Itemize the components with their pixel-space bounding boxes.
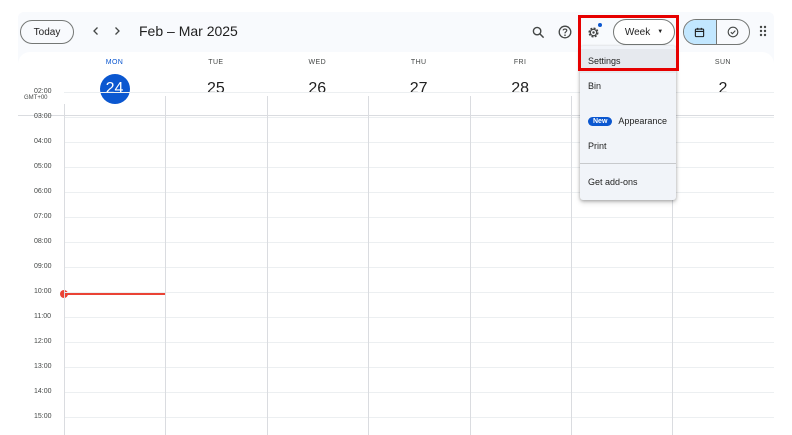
- hour-gridline: [64, 217, 774, 218]
- day-header[interactable]: MON 24: [64, 52, 165, 104]
- day-name: SUN: [714, 59, 731, 66]
- time-label: 08:00: [34, 238, 52, 245]
- mode-toggle: [683, 19, 750, 45]
- calendar-icon: [695, 27, 705, 37]
- notification-dot: [598, 23, 602, 27]
- day-name: MON: [105, 59, 124, 66]
- time-label: 05:00: [34, 163, 52, 170]
- calendar-mode-button[interactable]: [684, 20, 717, 44]
- caret-down-icon: ▼: [657, 29, 664, 35]
- apps-grid-icon: [759, 25, 767, 37]
- chevron-right-icon: [115, 27, 120, 35]
- view-selector[interactable]: Week ▼: [613, 19, 675, 45]
- day-number[interactable]: 27: [404, 74, 434, 104]
- today-button[interactable]: Today: [20, 20, 74, 44]
- day-number[interactable]: 28: [505, 74, 535, 104]
- day-header[interactable]: TUE 25: [165, 52, 266, 104]
- day-number[interactable]: 2: [708, 74, 738, 104]
- search-icon: [532, 26, 544, 38]
- next-week-button[interactable]: [109, 23, 125, 39]
- column-gridline: [266, 104, 268, 435]
- help-icon: [558, 25, 572, 39]
- chevron-left-icon: [93, 27, 98, 35]
- date-range-title: Feb – Mar 2025: [139, 23, 238, 39]
- hour-gridline: [64, 342, 774, 343]
- menu-item-get-add-ons[interactable]: Get add-ons: [580, 170, 676, 194]
- timezone-label: GMT+00: [24, 95, 48, 101]
- hour-gridline: [64, 417, 774, 418]
- menu-item-appearance[interactable]: New Appearance: [580, 109, 676, 133]
- column-gridline: [64, 104, 65, 435]
- day-header[interactable]: SUN 2: [672, 52, 773, 104]
- menu-item-print[interactable]: Print: [580, 134, 676, 158]
- hour-gridline: [64, 292, 774, 293]
- day-name: FRI: [513, 59, 527, 66]
- time-label: 10:00: [34, 288, 52, 295]
- column-gridline: [469, 104, 471, 435]
- hour-gridline: [64, 267, 774, 268]
- column-divider: [266, 96, 268, 116]
- time-label: 03:00: [34, 113, 52, 120]
- menu-item-bin[interactable]: Bin: [580, 74, 676, 98]
- hour-gridline: [64, 242, 774, 243]
- time-label: 02:00: [34, 88, 52, 95]
- time-label: 15:00: [34, 413, 52, 420]
- time-label: 07:00: [34, 213, 52, 220]
- column-divider: [368, 96, 370, 116]
- new-badge: New: [588, 116, 613, 126]
- hour-gridline: [64, 367, 774, 368]
- time-label: 11:00: [34, 313, 51, 320]
- hour-gridline: [64, 392, 774, 393]
- day-header[interactable]: WED 26: [267, 52, 368, 104]
- time-label: 13:00: [34, 363, 52, 370]
- previous-week-button[interactable]: [88, 23, 104, 39]
- day-name: TUE: [208, 59, 224, 66]
- time-label: 09:00: [34, 263, 52, 270]
- menu-item-settings[interactable]: Settings: [580, 49, 676, 73]
- time-label: 14:00: [34, 388, 52, 395]
- time-label: 06:00: [34, 188, 52, 195]
- hour-gridline: [64, 317, 774, 318]
- day-name: THU: [410, 59, 427, 66]
- column-divider: [571, 96, 572, 116]
- column-divider: [469, 96, 471, 116]
- view-selector-label: Week: [624, 26, 651, 38]
- current-time-line: [64, 293, 165, 295]
- day-number[interactable]: 24: [99, 74, 130, 104]
- settings-menu: Settings Bin New Appearance Print Get ad…: [580, 46, 676, 200]
- time-label: 04:00: [34, 138, 52, 145]
- search-button[interactable]: [529, 23, 547, 41]
- menu-divider: [580, 163, 676, 164]
- day-number[interactable]: 25: [201, 74, 231, 104]
- google-apps-button[interactable]: [759, 25, 769, 44]
- day-header[interactable]: FRI 28: [470, 52, 571, 104]
- column-divider: [165, 96, 167, 116]
- tasks-mode-button[interactable]: [717, 20, 750, 44]
- day-header[interactable]: THU 27: [368, 52, 469, 104]
- task-check-icon: [727, 26, 739, 38]
- day-number[interactable]: 26: [302, 74, 332, 104]
- menu-item-appearance-label: Appearance: [618, 116, 667, 126]
- column-gridline: [368, 104, 370, 435]
- help-button[interactable]: [556, 23, 574, 41]
- column-gridline: [571, 104, 572, 435]
- time-label: 12:00: [34, 338, 52, 345]
- column-gridline: [165, 104, 167, 435]
- day-name: WED: [308, 59, 327, 66]
